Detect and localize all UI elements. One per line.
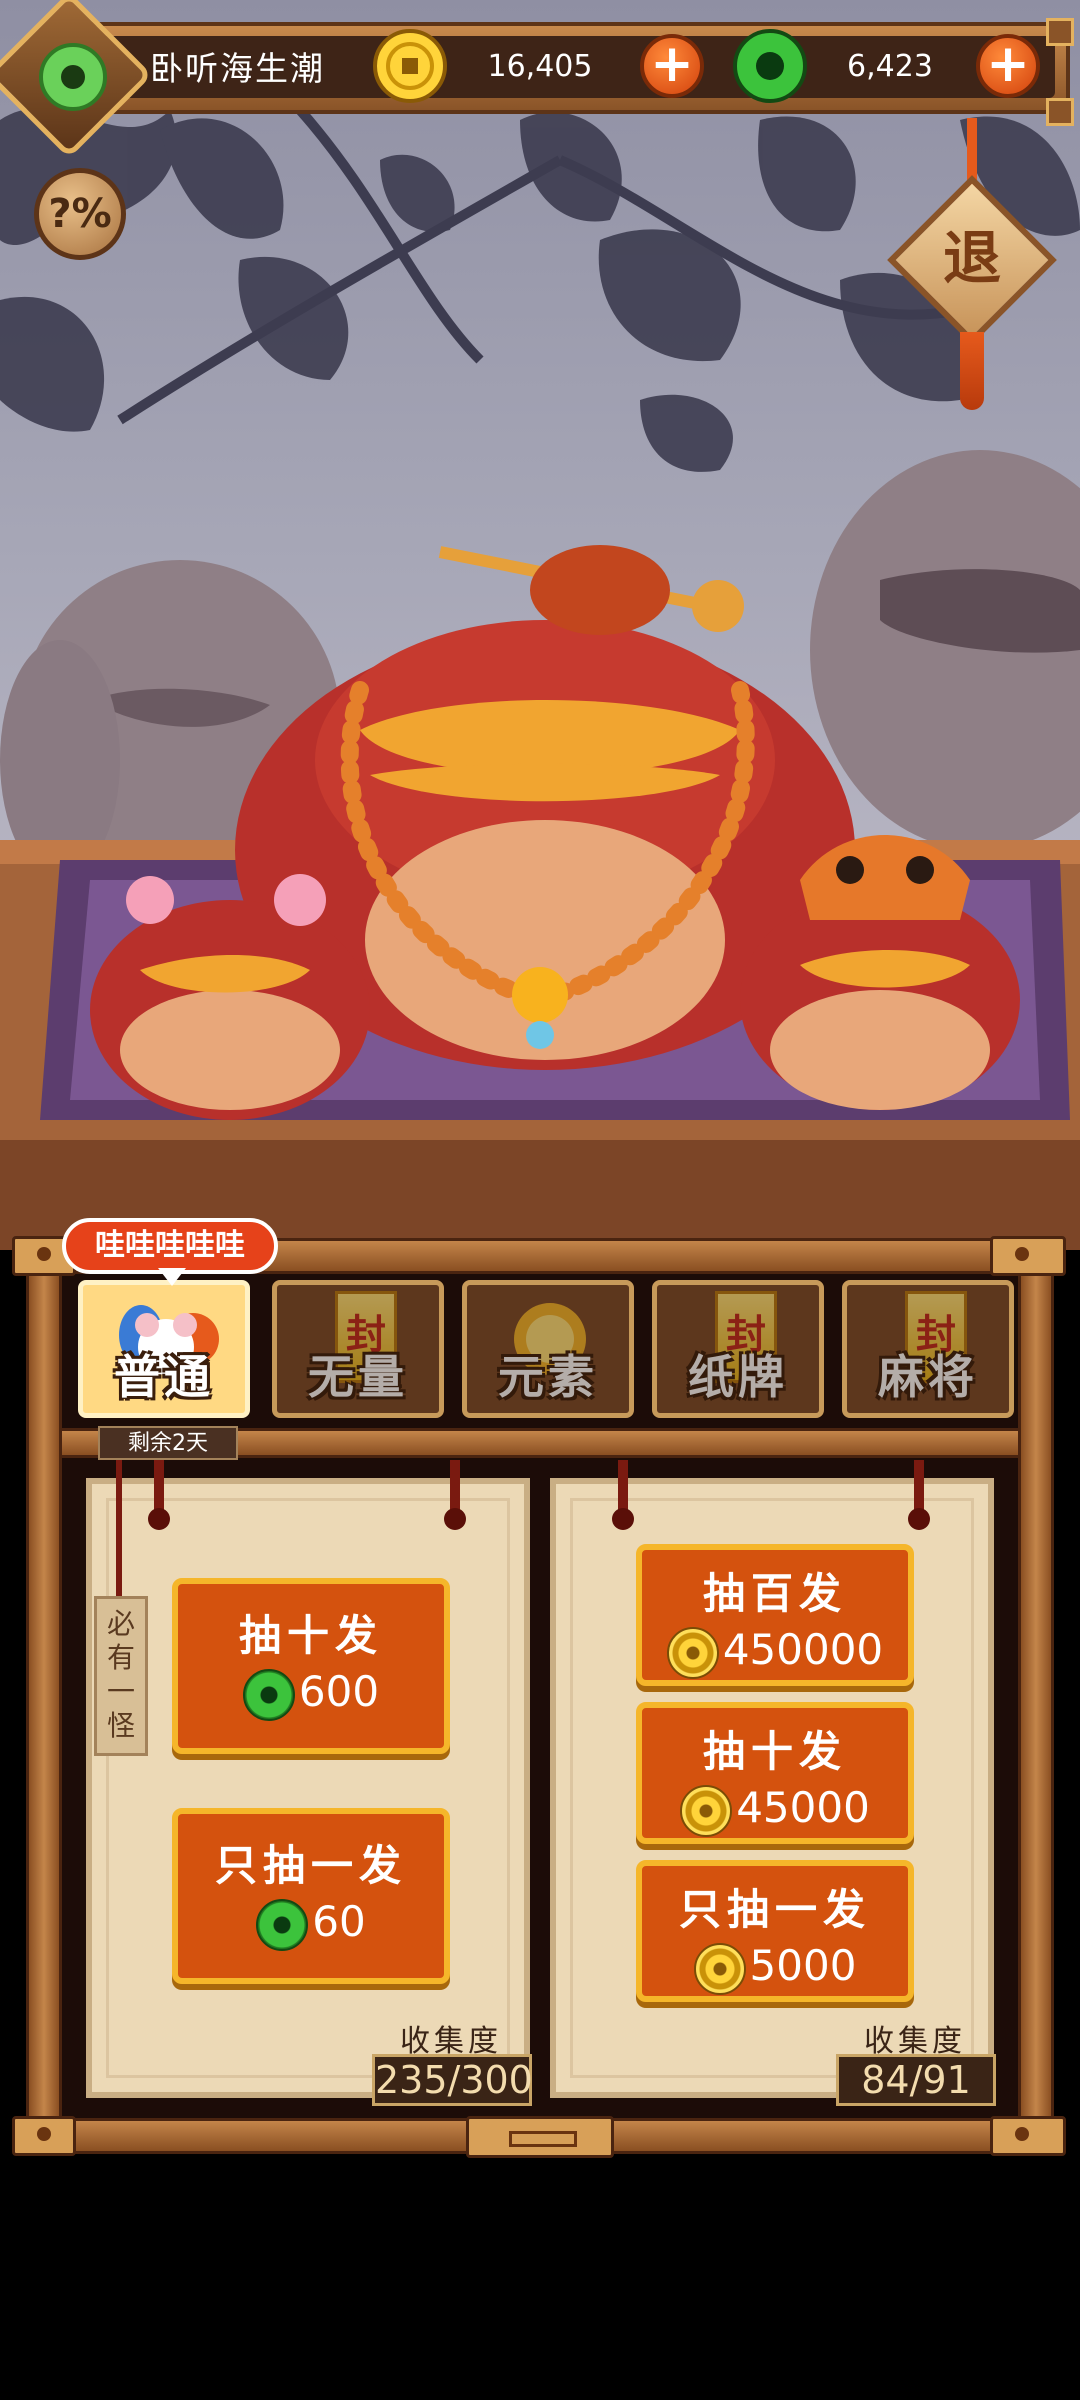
remaining-time: 剩余2天 bbox=[98, 1426, 238, 1460]
tab-label: 无量 bbox=[308, 1350, 408, 1404]
jade-coin-icon bbox=[256, 1898, 309, 1951]
sun-icon bbox=[514, 1303, 586, 1375]
side-tag-cord bbox=[116, 1460, 122, 1598]
seal-lock-icon: 封 bbox=[905, 1291, 967, 1383]
draw-hundred-gold-button[interactable]: 抽百发 450000 bbox=[636, 1544, 914, 1686]
add-gold-button[interactable]: + bbox=[640, 34, 704, 98]
scroll-hanger-knob bbox=[612, 1508, 634, 1530]
corner-ornament bbox=[1046, 18, 1074, 46]
game-scene bbox=[0, 0, 1080, 1250]
exit-label[interactable]: 退 bbox=[912, 228, 1032, 288]
button-label: 抽十发 bbox=[238, 1611, 383, 1660]
button-cost: 45000 bbox=[736, 1783, 870, 1832]
tab-label: 纸牌 bbox=[688, 1350, 788, 1404]
button-label: 只抽一发 bbox=[678, 1885, 871, 1934]
draw-one-gold-button[interactable]: 只抽一发 5000 bbox=[636, 1860, 914, 2002]
top-bar: 卧听海生潮 16,405 + 6,423 + bbox=[0, 0, 1080, 159]
corner-cap bbox=[990, 2116, 1066, 2156]
guarantee-tag: 必有一怪 bbox=[94, 1596, 148, 1756]
left-pool-scroll bbox=[86, 1478, 530, 2098]
bottom-ornament bbox=[466, 2116, 614, 2158]
button-label: 抽十发 bbox=[702, 1727, 847, 1776]
button-label: 只抽一发 bbox=[214, 1841, 407, 1890]
right-pillar bbox=[1018, 1260, 1054, 2120]
gold-amount: 16,405 bbox=[487, 49, 593, 84]
tab-cards[interactable]: 封 纸牌 bbox=[652, 1280, 824, 1418]
scroll-hanger-knob bbox=[908, 1508, 930, 1530]
jade-coin-icon bbox=[242, 1668, 295, 1721]
scroll-hanger-knob bbox=[148, 1508, 170, 1530]
left-pillar bbox=[26, 1260, 62, 2120]
tab-badge-tail bbox=[158, 1268, 186, 1286]
button-cost: 60 bbox=[312, 1897, 366, 1946]
tab-label: 普通 bbox=[114, 1350, 214, 1404]
scroll-hanger-knob bbox=[444, 1508, 466, 1530]
scene-illustration bbox=[0, 106, 1080, 1250]
tab-normal[interactable]: 普通 bbox=[78, 1280, 250, 1418]
player-name: 卧听海生潮 bbox=[150, 49, 325, 88]
collection-value: 235/300 bbox=[372, 2054, 533, 2106]
tab-mahjong[interactable]: 封 麻将 bbox=[842, 1280, 1014, 1418]
collection-value: 84/91 bbox=[836, 2054, 996, 2106]
corner-cap bbox=[990, 1236, 1066, 1276]
gold-coin-icon bbox=[373, 29, 447, 103]
avatar-jade-icon bbox=[39, 43, 107, 111]
corner-cap bbox=[12, 2116, 76, 2156]
gold-coin-icon bbox=[680, 1784, 733, 1837]
draw-one-jade-button[interactable]: 只抽一发 60 bbox=[172, 1808, 450, 1984]
tab-label: 麻将 bbox=[878, 1350, 978, 1404]
gold-coin-icon bbox=[693, 1942, 746, 1995]
drop-rate-button[interactable]: ?% bbox=[34, 168, 126, 260]
tab-element[interactable]: 元素 bbox=[462, 1280, 634, 1418]
draw-ten-gold-button[interactable]: 抽十发 45000 bbox=[636, 1702, 914, 1844]
guarantee-tag-text: 必有一怪 bbox=[106, 1607, 135, 1742]
tab-badge: 哇哇哇哇哇 bbox=[62, 1218, 278, 1274]
add-jade-button[interactable]: + bbox=[976, 34, 1040, 98]
exit-tassel bbox=[960, 332, 984, 410]
gold-coin-icon bbox=[666, 1626, 719, 1679]
tab-label: 元素 bbox=[498, 1350, 598, 1404]
button-cost: 450000 bbox=[722, 1625, 884, 1674]
jade-amount: 6,423 bbox=[847, 49, 933, 84]
button-cost: 5000 bbox=[749, 1941, 857, 1990]
tab-wuliang[interactable]: 封 无量 bbox=[272, 1280, 444, 1418]
button-cost: 600 bbox=[298, 1667, 380, 1716]
seal-lock-icon: 封 bbox=[335, 1291, 397, 1383]
seal-lock-icon: 封 bbox=[715, 1291, 777, 1383]
jade-coin-icon bbox=[733, 29, 807, 103]
button-label: 抽百发 bbox=[702, 1569, 847, 1618]
draw-ten-jade-button[interactable]: 抽十发 600 bbox=[172, 1578, 450, 1754]
corner-ornament bbox=[1046, 98, 1074, 126]
